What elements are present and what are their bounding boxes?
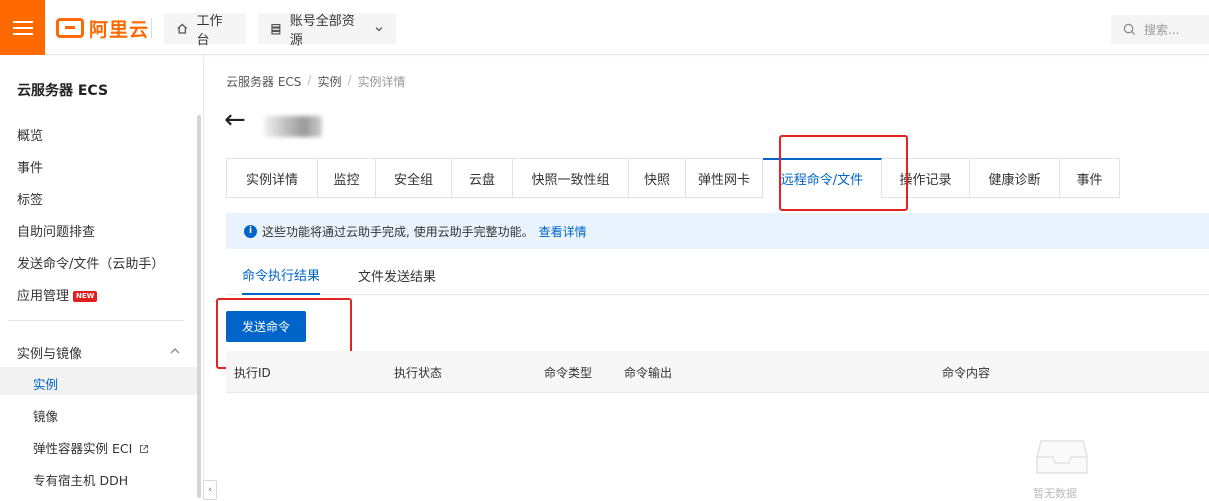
breadcrumb-instances[interactable]: 实例 <box>317 73 341 90</box>
divider <box>8 320 184 321</box>
breadcrumb-current: 实例详情 <box>357 75 406 89</box>
tab-security-groups[interactable]: 安全组 <box>376 158 452 198</box>
sidebar: 云服务器 ECS 概览 事件 标签 自助问题排查 发送命令/文件（云助手） 应用… <box>0 55 204 498</box>
top-bar: 阿里云 工作台 账号全部资源 搜索... <box>0 0 1209 55</box>
empty-state-text: 暂无数据 <box>1033 487 1077 500</box>
sidebar-section-instances-images[interactable]: 实例与镜像 <box>17 343 185 362</box>
external-link-icon <box>140 445 149 453</box>
column-command-output: 命令输出 <box>624 365 673 380</box>
column-command-type: 命令类型 <box>544 365 593 380</box>
logo-text: 阿里云 <box>89 18 150 41</box>
info-icon: i <box>244 224 257 238</box>
sidebar-active-highlight <box>0 367 197 395</box>
back-arrow-icon[interactable]: ← <box>224 107 246 133</box>
tab-events[interactable]: 事件 <box>1060 158 1120 198</box>
tab-snapshots[interactable]: 快照 <box>629 158 686 198</box>
sidebar-item-tags[interactable]: 标签 <box>17 189 43 208</box>
home-icon <box>177 23 188 34</box>
breadcrumb-separator: / <box>307 73 312 87</box>
account-label: 账号全部资源 <box>289 13 355 48</box>
search-input[interactable]: 搜索... <box>1111 15 1209 44</box>
new-badge: NEW <box>73 291 98 302</box>
sidebar-item-label: 弹性容器实例 ECI <box>33 441 133 456</box>
empty-inbox-icon <box>1036 440 1088 474</box>
main-content: 云服务器 ECS / 实例 / 实例详情 ← 实例详情 监控 安全组 云盘 快照… <box>205 55 1209 500</box>
account-resources-dropdown[interactable]: 账号全部资源 <box>258 13 396 48</box>
chevron-up-icon <box>170 348 180 354</box>
sidebar-item-images[interactable]: 镜像 <box>33 406 58 425</box>
tab-instance-details[interactable]: 实例详情 <box>226 158 318 198</box>
breadcrumb-ecs[interactable]: 云服务器 ECS <box>226 73 301 90</box>
sidebar-item-ddh[interactable]: 专有宿主机 DDH <box>33 470 128 489</box>
sidebar-title: 云服务器 ECS <box>17 83 109 99</box>
view-details-link[interactable]: 查看详情 <box>539 223 587 240</box>
breadcrumb-separator: / <box>347 73 352 87</box>
search-placeholder: 搜索... <box>1144 23 1180 37</box>
result-subtabs: 命令执行结果 文件发送结果 <box>226 255 1209 295</box>
tab-monitoring[interactable]: 监控 <box>318 158 376 198</box>
aliyun-logo[interactable]: 阿里云 <box>56 15 149 41</box>
sidebar-item-eci[interactable]: 弹性容器实例 ECI <box>33 438 149 457</box>
highlight-box-tab <box>779 135 908 211</box>
sidebar-item-overview[interactable]: 概览 <box>17 125 43 144</box>
menu-icon[interactable] <box>0 0 45 55</box>
subtab-command-results[interactable]: 命令执行结果 <box>242 255 321 295</box>
sidebar-item-troubleshoot[interactable]: 自助问题排查 <box>17 221 95 240</box>
tab-health-diagnosis[interactable]: 健康诊断 <box>970 158 1060 198</box>
search-icon <box>1123 23 1136 36</box>
column-execution-status: 执行状态 <box>394 365 443 380</box>
tab-disks[interactable]: 云盘 <box>452 158 513 198</box>
sidebar-item-send-command[interactable]: 发送命令/文件（云助手） <box>17 253 164 272</box>
info-notice: i 这些功能将通过云助手完成, 使用云助手完整功能。 查看详情 <box>226 213 1209 249</box>
chevron-down-icon <box>375 26 383 31</box>
tab-eni[interactable]: 弹性网卡 <box>686 158 763 198</box>
workbench-button[interactable]: 工作台 <box>164 13 246 48</box>
column-command-content: 命令内容 <box>942 365 991 380</box>
breadcrumb: 云服务器 ECS / 实例 / 实例详情 <box>226 73 406 90</box>
instance-name-blurred <box>264 116 322 137</box>
sidebar-item-app-management[interactable]: 应用管理 NEW <box>17 285 98 304</box>
sidebar-section-label: 实例与镜像 <box>17 347 83 362</box>
divider <box>151 18 152 38</box>
subtab-file-results[interactable]: 文件发送结果 <box>358 255 436 295</box>
sidebar-item-events[interactable]: 事件 <box>17 157 43 176</box>
aliyun-logo-icon <box>56 18 84 38</box>
workbench-label: 工作台 <box>196 13 223 48</box>
tab-snapshot-consistency-groups[interactable]: 快照一致性组 <box>513 158 629 198</box>
column-execution-id: 执行ID <box>234 365 271 380</box>
sidebar-item-instances[interactable]: 实例 <box>33 374 58 393</box>
table-header: 执行ID 执行状态 命令类型 命令输出 命令内容 <box>226 351 1209 393</box>
stack-icon <box>271 23 281 34</box>
notice-text: 这些功能将通过云助手完成, 使用云助手完整功能。 <box>262 224 534 239</box>
sidebar-scrollbar[interactable] <box>197 115 201 498</box>
instance-tabs: 实例详情 监控 安全组 云盘 快照一致性组 快照 弹性网卡 远程命令/文件 操作… <box>226 158 1120 198</box>
sidebar-item-label: 应用管理 <box>17 289 70 304</box>
